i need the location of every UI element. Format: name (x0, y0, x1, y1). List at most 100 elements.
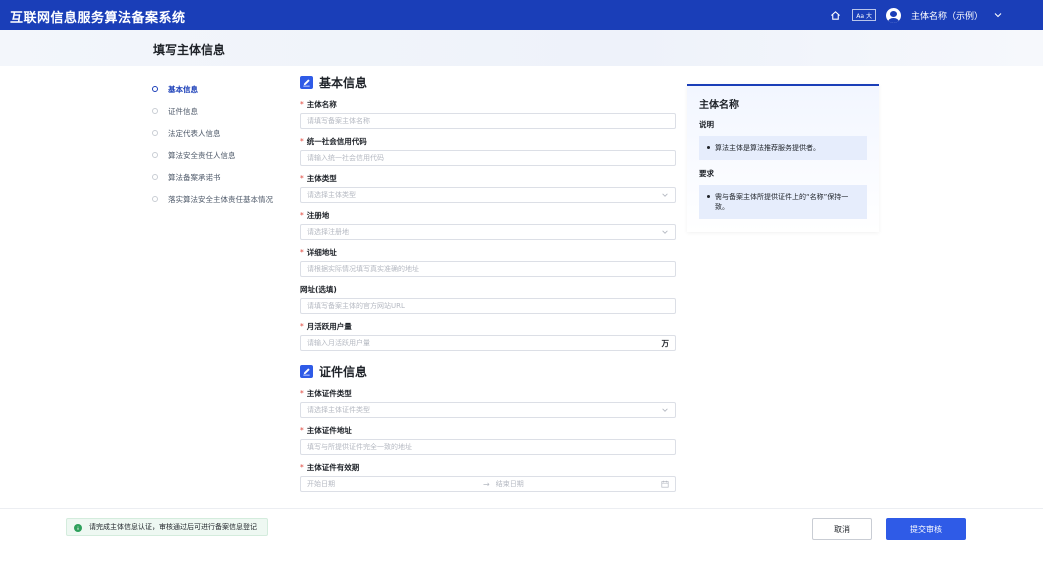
calendar-icon (661, 480, 669, 488)
top-right-actions: Aa 大 主体名称（示例） (828, 6, 1003, 24)
end-date-placeholder[interactable]: 结束日期 (496, 479, 661, 489)
cert-address-input[interactable]: 填写与所提供证件完全一致的地址 (300, 439, 676, 455)
required-mark: * (300, 322, 304, 331)
label-text: 主体证件地址 (306, 426, 352, 435)
placeholder-text: 请填写备案主体名称 (307, 117, 370, 125)
notice-text: 请完成主体信息认证，审核通过后可进行备案信息登记 (89, 523, 257, 531)
step-nav: 基本信息 证件信息 法定代表人信息 算法安全责任人信息 算法备案承诺书 落实算法… (150, 78, 300, 210)
cert-validity-date-range[interactable]: 开始日期 → 结束日期 (300, 476, 676, 492)
hint-desc-text: 算法主体是算法推荐服务提供者。 (699, 136, 867, 160)
field-registration: * 注册地 请选择注册地 (300, 210, 676, 240)
field-label: * 统一社会信用代码 (300, 136, 676, 147)
mau-input[interactable]: 请输入月活跃用户量 万 (300, 335, 676, 351)
required-mark: * (300, 463, 304, 472)
label-text: 主体名称 (306, 100, 337, 109)
step-dot-icon (152, 196, 158, 202)
app-title: 互联网信息服务算法备案系统 (10, 11, 186, 26)
label-text: 主体类型 (306, 174, 337, 183)
field-entity-name: * 主体名称 请填写备案主体名称 (300, 99, 676, 129)
top-bar: 互联网信息服务算法备案系统 Aa 大 主体名称（示例） (0, 0, 1043, 30)
chevron-down-icon (661, 406, 669, 414)
step-dot-icon (152, 152, 158, 158)
registration-select[interactable]: 请选择注册地 (300, 224, 676, 240)
entity-form: 基本信息 * 主体名称 请填写备案主体名称 * 统一社会信用代码 请输入统一社会信用… (300, 72, 676, 492)
step-dot-icon (152, 86, 158, 92)
label-text: 主体证件有效期 (306, 463, 360, 472)
field-label: * 主体证件有效期 (300, 462, 676, 473)
home-icon[interactable] (828, 8, 842, 22)
user-name[interactable]: 主体名称（示例） (911, 9, 983, 22)
field-label: 网址(选填) (300, 284, 676, 295)
step-item-security-officer[interactable]: 算法安全责任人信息 (150, 144, 300, 166)
field-label: * 详细地址 (300, 247, 676, 258)
step-item-responsibility[interactable]: 落实算法安全主体责任基本情况 (150, 188, 300, 210)
hint-req-label: 要求 (699, 169, 714, 178)
field-hint-card: 主体名称 说明 算法主体是算法推荐服务提供者。 要求 需与备案主体所提供证件上的… (687, 84, 879, 232)
field-address: * 详细地址 请根据实际情况填写真实准确的地址 (300, 247, 676, 277)
required-mark: * (300, 426, 304, 435)
step-dot-icon (152, 174, 158, 180)
submit-review-button[interactable]: 提交审核 (886, 518, 966, 540)
entity-name-input[interactable]: 请填写备案主体名称 (300, 113, 676, 129)
step-label: 算法备案承诺书 (168, 172, 221, 182)
field-entity-type: * 主体类型 请选择主体类型 (300, 173, 676, 203)
placeholder-text: 请选择主体类型 (307, 191, 356, 199)
start-date-placeholder[interactable]: 开始日期 (307, 479, 477, 489)
entity-type-select[interactable]: 请选择主体类型 (300, 187, 676, 203)
step-dot-icon (152, 108, 158, 114)
step-item-basic-info[interactable]: 基本信息 (150, 78, 300, 100)
edit-icon (300, 364, 313, 378)
page-header: 填写主体信息 (0, 30, 1043, 66)
website-input[interactable]: 请填写备案主体的官方网站URL (300, 298, 676, 314)
hint-desc-label: 说明 (699, 120, 714, 129)
avatar[interactable] (885, 7, 901, 23)
label-text: 注册地 (306, 211, 330, 220)
placeholder-text: 请选择注册地 (307, 228, 349, 236)
hint-title: 主体名称 (699, 100, 739, 111)
required-mark: * (300, 137, 304, 146)
cert-type-select[interactable]: 请选择主体证件类型 (300, 402, 676, 418)
credit-code-input[interactable]: 请输入统一社会信用代码 (300, 150, 676, 166)
step-item-commitment[interactable]: 算法备案承诺书 (150, 166, 300, 188)
field-label: * 主体证件类型 (300, 388, 676, 399)
field-label: * 月活跃用户量 (300, 321, 676, 332)
required-mark: * (300, 248, 304, 257)
step-label: 落实算法安全主体责任基本情况 (168, 194, 273, 204)
label-text: 统一社会信用代码 (306, 137, 367, 146)
chevron-down-icon (661, 191, 669, 199)
label-text: 月活跃用户量 (306, 322, 352, 331)
placeholder-text: 请输入月活跃用户量 (307, 339, 370, 347)
placeholder-text: 请填写备案主体的官方网站URL (307, 302, 405, 310)
step-label: 基本信息 (168, 84, 198, 94)
step-dot-icon (152, 130, 158, 136)
label-text: 详细地址 (306, 248, 337, 257)
footer-bar: 请完成主体信息认证，审核通过后可进行备案信息登记 取消 提交审核 (0, 508, 1043, 548)
placeholder-text: 请根据实际情况填写真实准确的地址 (307, 265, 419, 273)
unit-suffix: 万 (661, 338, 670, 348)
section-header-basic: 基本信息 (300, 72, 676, 92)
field-cert-validity: * 主体证件有效期 开始日期 → 结束日期 (300, 462, 676, 492)
arrow-right-icon: → (483, 479, 490, 489)
step-item-certificate-info[interactable]: 证件信息 (150, 100, 300, 122)
placeholder-text: 请输入统一社会信用代码 (307, 154, 384, 162)
section-title: 基本信息 (319, 75, 368, 90)
chevron-down-icon (661, 228, 669, 236)
status-notice: 请完成主体信息认证，审核通过后可进行备案信息登记 (66, 518, 268, 536)
edit-icon (300, 75, 313, 89)
label-text: 主体证件类型 (306, 389, 352, 398)
info-icon (74, 524, 82, 532)
field-label: * 主体类型 (300, 173, 676, 184)
step-item-legal-representative[interactable]: 法定代表人信息 (150, 122, 300, 144)
placeholder-text: 请选择主体证件类型 (307, 406, 370, 414)
required-mark: * (300, 174, 304, 183)
cancel-button[interactable]: 取消 (812, 518, 872, 540)
field-cert-type: * 主体证件类型 请选择主体证件类型 (300, 388, 676, 418)
step-label: 证件信息 (168, 106, 198, 116)
field-label: * 主体证件地址 (300, 425, 676, 436)
address-input[interactable]: 请根据实际情况填写真实准确的地址 (300, 261, 676, 277)
hint-req-text: 需与备案主体所提供证件上的“名称”保持一致。 (699, 185, 867, 219)
chevron-down-icon[interactable] (993, 10, 1003, 20)
step-label: 算法安全责任人信息 (168, 150, 236, 160)
font-size-toggle-button[interactable]: Aa 大 (852, 9, 876, 21)
section-header-certificate: 证件信息 (300, 361, 676, 381)
